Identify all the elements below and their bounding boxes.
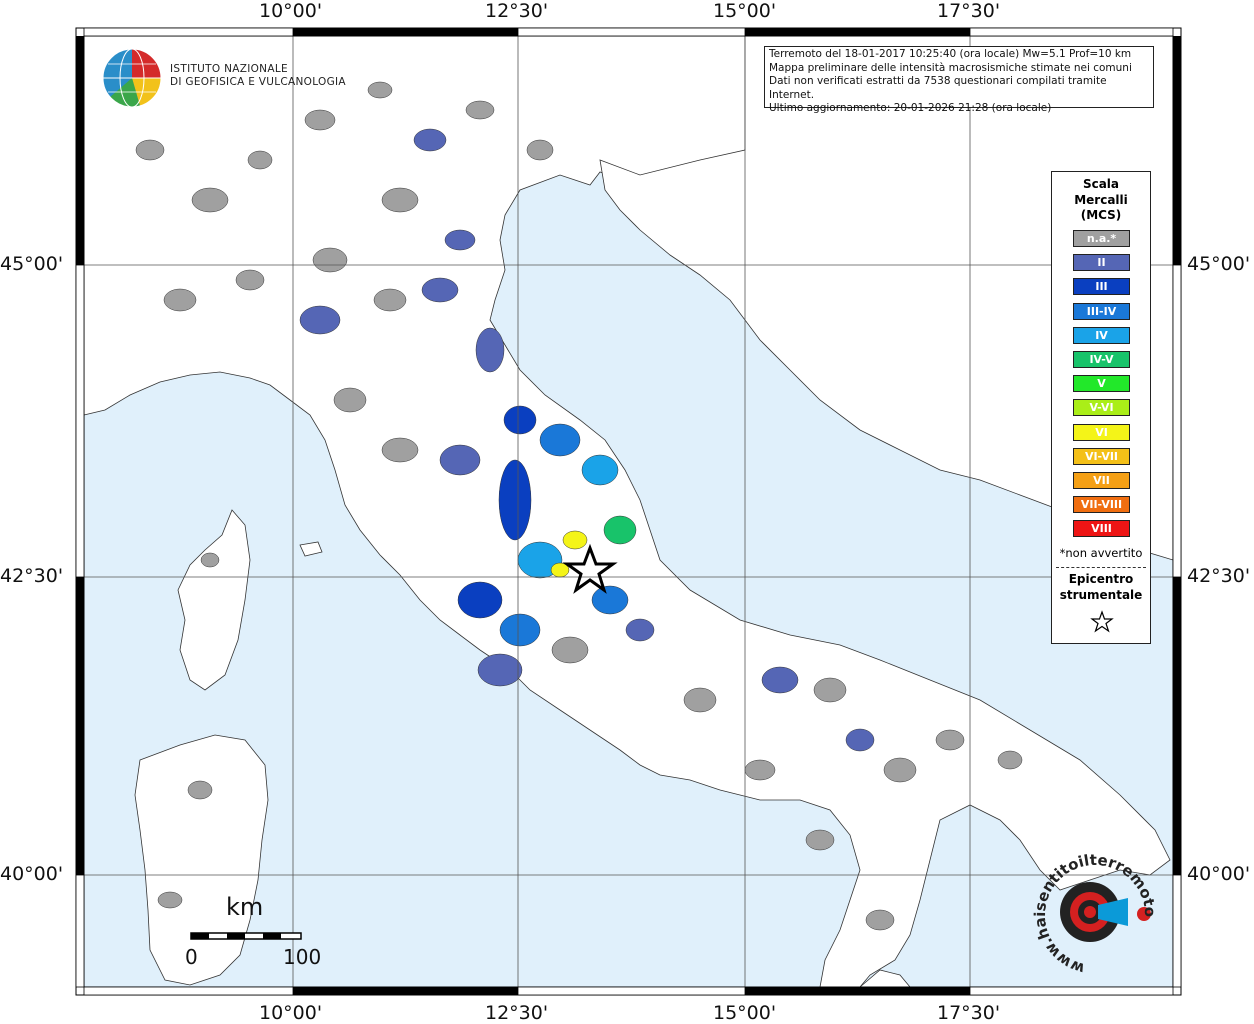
legend-swatch: VI-VII — [1073, 447, 1130, 465]
legend-swatch: VIII — [1073, 520, 1130, 538]
patch — [439, 444, 481, 476]
scale-max: 100 — [283, 945, 322, 969]
lat-label-right-3: 40°00' — [1187, 863, 1251, 885]
patch — [581, 454, 619, 486]
lat-label-left-1: 45°00' — [0, 253, 64, 275]
patch — [465, 100, 495, 120]
patch — [304, 109, 336, 131]
patch — [381, 437, 419, 463]
legend-epicenter-label: Epicentro strumentale — [1052, 572, 1150, 603]
patch — [333, 387, 367, 413]
patch — [499, 613, 541, 647]
patch — [477, 653, 523, 687]
patch — [526, 139, 554, 161]
hsit-ring-text: www.haisentitoilterremoto.it — [1030, 850, 1159, 978]
lat-label-right-1: 45°00' — [1187, 253, 1251, 275]
patch — [413, 128, 447, 152]
info-line-1: Terremoto del 18-01-2017 10:25:40 (ora l… — [769, 48, 1132, 60]
lat-label-left-3: 40°00' — [0, 863, 64, 885]
patch — [498, 459, 532, 541]
lon-label-top-3: 15°00' — [713, 0, 777, 22]
patch — [539, 423, 581, 457]
patch — [247, 150, 273, 170]
ingv-logo-text: ISTITUTO NAZIONALE DI GEOFISICA E VULCAN… — [170, 63, 346, 89]
legend-title-3: (MCS) — [1080, 208, 1122, 222]
legend-title-1: Scala — [1082, 177, 1120, 191]
patch — [373, 288, 407, 312]
legend-swatch: n.a.* — [1073, 230, 1130, 247]
legend-swatch: VI — [1073, 423, 1130, 441]
patch — [200, 552, 220, 568]
legend-star-icon — [1090, 610, 1114, 633]
ingv-line-1: ISTITUTO NAZIONALE — [170, 63, 288, 75]
patch — [813, 677, 847, 703]
lon-label-bottom-2: 12°30' — [485, 1002, 549, 1024]
patch — [187, 780, 213, 800]
patch — [551, 636, 589, 664]
lat-label-right-2: 42°30' — [1187, 565, 1251, 587]
legend-swatch: IV — [1073, 326, 1130, 344]
patch — [625, 618, 655, 642]
lon-label-top-4: 17°30' — [937, 0, 1001, 22]
legend-swatch: VII — [1073, 472, 1130, 489]
legend-title-2: Mercalli — [1074, 192, 1128, 207]
info-line-4: Ultimo aggiornamento: 20-01-2026 21:28 (… — [769, 102, 1052, 115]
patch — [475, 327, 505, 373]
legend-note: *non avvertito — [1059, 546, 1143, 560]
patch — [845, 728, 875, 752]
patch — [444, 229, 476, 251]
info-line-3: Dati non verificati estratti da 7538 que… — [769, 75, 1107, 101]
scale-unit: km — [226, 893, 264, 921]
patch — [367, 81, 393, 99]
legend-swatch: V — [1073, 375, 1130, 393]
patch — [683, 687, 717, 713]
legend-swatch: VII-VIII — [1073, 496, 1130, 514]
lon-label-top-2: 12°30' — [485, 0, 549, 22]
patch — [744, 759, 776, 781]
patch — [503, 405, 537, 435]
legend-epi-2: strumentale — [1059, 587, 1143, 602]
patch — [421, 277, 459, 303]
legend-swatch: III-IV — [1073, 302, 1130, 320]
patch — [135, 139, 165, 161]
ingv-line-2: DI GEOFISICA E VULCANOLOGIA — [170, 76, 346, 88]
patch — [562, 530, 588, 550]
lon-label-bottom-3: 15°00' — [713, 1002, 777, 1024]
legend-swatch: IV-V — [1073, 351, 1130, 368]
legend-title: Scala Mercalli (MCS) — [1052, 177, 1150, 224]
patch — [591, 585, 629, 615]
patch — [805, 829, 835, 851]
patch — [312, 247, 348, 273]
lon-label-top-1: 10°00' — [259, 0, 323, 22]
hsit-logo-text: www.haisentitoilterremoto.it — [1030, 850, 1159, 978]
patch — [603, 515, 637, 545]
patch — [299, 305, 341, 335]
patch — [883, 757, 917, 783]
svg-text:www.haisentitoilterremoto.it: www.haisentitoilterremoto.it — [1030, 850, 1159, 978]
legend-swatch: V-VI — [1073, 399, 1130, 417]
scale-min: 0 — [185, 945, 198, 969]
patch — [935, 729, 965, 751]
patch — [761, 666, 799, 694]
legend-epi-1: Epicentro — [1068, 572, 1134, 586]
patch — [157, 891, 183, 909]
lat-label-left-2: 42°30' — [0, 565, 64, 587]
patch — [191, 187, 229, 213]
ingv-logo-icon — [102, 48, 162, 108]
lon-label-bottom-1: 10°00' — [259, 1002, 323, 1024]
legend-swatch: III — [1073, 278, 1130, 296]
patch — [457, 581, 503, 619]
legend-swatch: II — [1073, 254, 1130, 272]
event-info-box: Terremoto del 18-01-2017 10:25:40 (ora l… — [764, 46, 1154, 114]
patch — [235, 269, 265, 291]
patch — [997, 750, 1023, 770]
intensity-legend: Scala Mercalli (MCS) n.a.* II III III-IV IV I… — [1051, 171, 1151, 644]
scale-bar — [190, 932, 302, 940]
patch — [865, 909, 895, 931]
info-line-2: Mappa preliminare delle intensità macros… — [769, 61, 1132, 74]
patch — [381, 187, 419, 213]
legend-divider — [1056, 567, 1146, 568]
patch — [163, 288, 197, 312]
lon-label-bottom-4: 17°30' — [937, 1002, 1001, 1024]
